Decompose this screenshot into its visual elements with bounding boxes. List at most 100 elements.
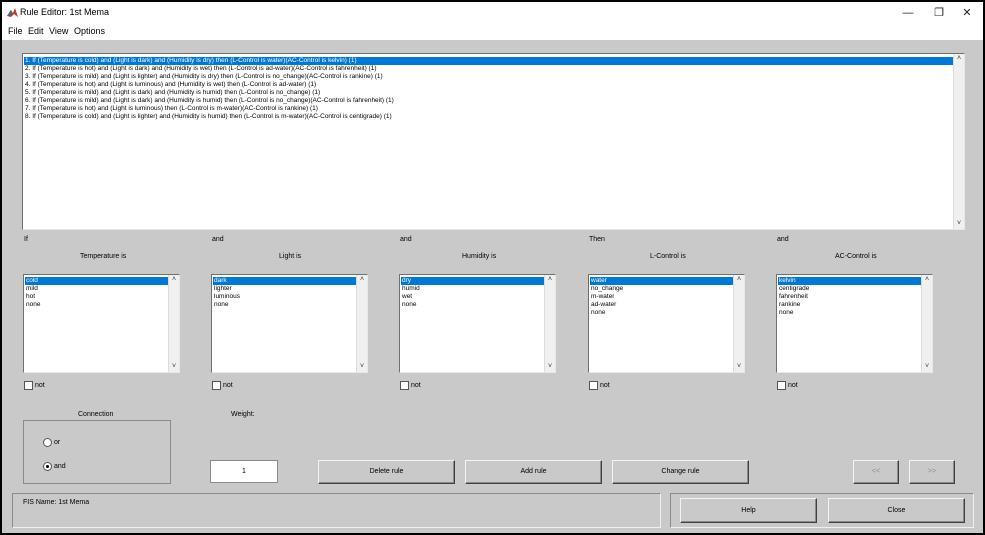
list-item[interactable]: humid	[401, 285, 544, 293]
client-area: 1. If (Temperature is cold) and (Light i…	[2, 40, 983, 533]
humidity-not-checkbox[interactable]	[400, 381, 409, 390]
status-panel: FIS Name: 1st Mema	[12, 493, 661, 528]
l-control-listbox[interactable]: water no_change m-water ad-water none ˄ …	[588, 274, 745, 373]
scroll-up-icon[interactable]: ˄	[954, 54, 964, 64]
help-button[interactable]: Help	[680, 498, 817, 523]
list-item[interactable]: wet	[401, 293, 544, 301]
list-item[interactable]: centigrade	[778, 285, 921, 293]
list-item[interactable]: fahrenheit	[778, 293, 921, 301]
rule-item[interactable]: 8. If (Temperature is cold) and (Light i…	[24, 113, 392, 121]
list-item[interactable]: dark	[213, 277, 356, 285]
ac-control-scrollbar[interactable]: ˄ ˅	[921, 275, 932, 372]
list-item[interactable]: none	[213, 301, 356, 309]
maximize-button[interactable]: ❐	[926, 4, 952, 22]
delete-rule-button[interactable]: Delete rule	[318, 460, 455, 484]
connection-title: Connection	[78, 411, 114, 418]
then-label: Then	[589, 236, 605, 243]
scroll-up-icon[interactable]: ˄	[922, 275, 932, 285]
ac-control-listbox[interactable]: kelvin centigrade fahrenheit rankine non…	[776, 274, 933, 373]
humidity-scrollbar[interactable]: ˄ ˅	[544, 275, 555, 372]
humidity-title: Humidity is	[462, 253, 497, 260]
bottom-button-frame: Help Close	[670, 493, 974, 528]
scroll-down-icon[interactable]: ˅	[954, 219, 964, 229]
list-item[interactable]: dry	[401, 277, 544, 285]
rules-listbox[interactable]: 1. If (Temperature is cold) and (Light i…	[22, 53, 965, 230]
menu-file[interactable]: File	[8, 26, 23, 36]
rule-item[interactable]: 2. If (Temperature is hot) and (Light is…	[24, 65, 377, 73]
fis-name-text: FIS Name: 1st Mema	[23, 499, 90, 506]
menu-view[interactable]: View	[49, 26, 68, 36]
rule-item[interactable]: 4. If (Temperature is hot) and (Light is…	[24, 81, 316, 89]
and-label: and	[54, 463, 66, 470]
light-scrollbar[interactable]: ˄ ˅	[356, 275, 367, 372]
close-window-button[interactable]: ✕	[954, 4, 980, 22]
scroll-down-icon[interactable]: ˅	[545, 362, 555, 372]
not-label: not	[788, 382, 798, 389]
temperature-listbox[interactable]: cold mild hot none ˄ ˅	[23, 274, 180, 373]
list-item[interactable]: rankine	[778, 301, 921, 309]
scroll-up-icon[interactable]: ˄	[734, 275, 744, 285]
list-item[interactable]: none	[778, 309, 921, 317]
and-label: and	[212, 236, 224, 243]
temperature-not-checkbox[interactable]	[24, 381, 33, 390]
l-control-scrollbar[interactable]: ˄ ˅	[733, 275, 744, 372]
list-item[interactable]: cold	[25, 277, 168, 285]
and-radio[interactable]	[43, 462, 52, 471]
and-label: and	[777, 236, 789, 243]
list-item[interactable]: none	[590, 309, 733, 317]
scroll-up-icon[interactable]: ˄	[545, 275, 555, 285]
list-item[interactable]: luminous	[213, 293, 356, 301]
light-title: Light is	[279, 253, 302, 260]
list-item[interactable]: ad-water	[590, 301, 733, 309]
list-item[interactable]: mild	[25, 285, 168, 293]
list-item[interactable]: water	[590, 277, 733, 285]
connection-group: or and	[23, 420, 171, 484]
minimize-button[interactable]: —	[895, 4, 921, 22]
scroll-up-icon[interactable]: ˄	[357, 275, 367, 285]
l-control-not-checkbox[interactable]	[589, 381, 598, 390]
matlab-icon	[7, 8, 18, 17]
list-item[interactable]: no_change	[590, 285, 733, 293]
scroll-down-icon[interactable]: ˅	[169, 362, 179, 372]
or-radio[interactable]	[43, 438, 52, 447]
list-item[interactable]: none	[25, 301, 168, 309]
rules-scrollbar[interactable]: ˄ ˅	[953, 54, 964, 229]
list-item[interactable]: none	[401, 301, 544, 309]
weight-label: Weight:	[231, 411, 255, 418]
list-item[interactable]: m-water	[590, 293, 733, 301]
if-label: If	[24, 236, 28, 243]
or-label: or	[54, 439, 61, 446]
rule-item[interactable]: 1. If (Temperature is cold) and (Light i…	[24, 57, 953, 65]
add-rule-button[interactable]: Add rule	[465, 460, 602, 484]
light-not-checkbox[interactable]	[212, 381, 221, 390]
window-title: Rule Editor: 1st Mema	[20, 7, 110, 17]
menu-options[interactable]: Options	[74, 26, 105, 36]
menu-edit[interactable]: Edit	[28, 26, 44, 36]
not-label: not	[223, 382, 233, 389]
ac-control-not-checkbox[interactable]	[777, 381, 786, 390]
close-button[interactable]: Close	[828, 498, 965, 523]
ac-control-title: AC-Control is	[835, 253, 877, 260]
scroll-down-icon[interactable]: ˅	[357, 362, 367, 372]
rule-item[interactable]: 3. If (Temperature is mild) and (Light i…	[24, 73, 383, 81]
scroll-down-icon[interactable]: ˅	[734, 362, 744, 372]
prev-button[interactable]: <<	[853, 460, 899, 484]
list-item[interactable]: hot	[25, 293, 168, 301]
scroll-down-icon[interactable]: ˅	[922, 362, 932, 372]
scroll-up-icon[interactable]: ˄	[169, 275, 179, 285]
weight-input[interactable]: 1	[210, 460, 278, 483]
temperature-scrollbar[interactable]: ˄ ˅	[168, 275, 179, 372]
not-label: not	[35, 382, 45, 389]
radio-selected-icon	[46, 465, 49, 468]
not-label: not	[411, 382, 421, 389]
humidity-listbox[interactable]: dry humid wet none ˄ ˅	[399, 274, 556, 373]
light-listbox[interactable]: dark lighter luminous none ˄ ˅	[211, 274, 368, 373]
rule-item[interactable]: 7. If (Temperature is hot) and (Light is…	[24, 105, 318, 113]
list-item[interactable]: lighter	[213, 285, 356, 293]
title-bar[interactable]: Rule Editor: 1st Mema — ❐ ✕	[2, 2, 983, 24]
change-rule-button[interactable]: Change rule	[612, 460, 749, 484]
next-button[interactable]: >>	[909, 460, 955, 484]
list-item[interactable]: kelvin	[778, 277, 921, 285]
rule-item[interactable]: 6. If (Temperature is mild) and (Light i…	[24, 97, 394, 105]
rule-item[interactable]: 5. If (Temperature is mild) and (Light i…	[24, 89, 320, 97]
